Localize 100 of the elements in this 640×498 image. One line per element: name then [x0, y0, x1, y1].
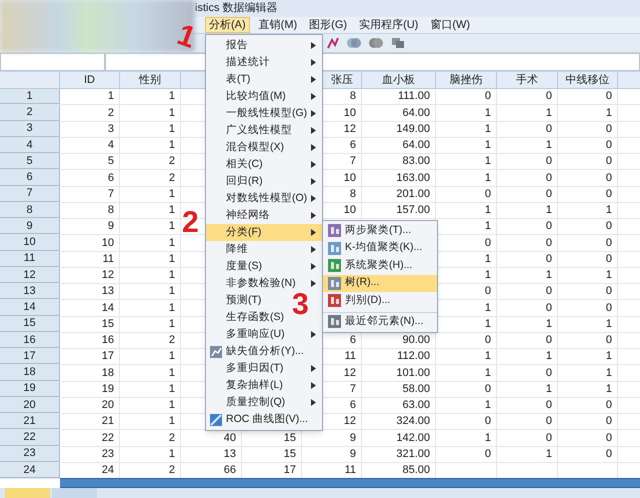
row-number[interactable]: 4: [0, 138, 60, 153]
table-cell: 1: [120, 122, 181, 137]
table-cell: 1: [558, 202, 618, 218]
table-cell: 22: [60, 430, 120, 446]
view-tab[interactable]: [5, 488, 50, 498]
row-number[interactable]: 7: [0, 186, 60, 202]
menu-option[interactable]: 非参数检验(N): [206, 275, 322, 292]
row-number[interactable]: 20: [0, 398, 60, 413]
column-header[interactable]: 中线移位: [558, 72, 618, 88]
menu-option[interactable]: 预测(T): [206, 292, 274, 309]
row-number[interactable]: 8: [0, 202, 60, 218]
row-number[interactable]: 10: [0, 235, 60, 250]
column-header[interactable]: 血小板: [362, 72, 436, 88]
row-number[interactable]: 2: [0, 105, 60, 120]
row-number[interactable]: 15: [0, 316, 60, 332]
row-number[interactable]: 11: [0, 252, 60, 267]
row-number[interactable]: 23: [0, 446, 60, 462]
scrollbar[interactable]: [60, 478, 640, 488]
table-cell: 1: [497, 316, 558, 332]
column-header[interactable]: ID: [60, 72, 120, 88]
table-cell: 0: [497, 89, 558, 104]
table-cell: 1: [120, 382, 181, 397]
row-number[interactable]: 22: [0, 430, 60, 446]
table-cell: 1: [558, 268, 618, 283]
submenu-arrow-icon: [311, 212, 316, 219]
row-number[interactable]: 21: [0, 414, 60, 430]
column-header[interactable]: 性别: [120, 72, 181, 88]
menu-option[interactable]: 系统聚类(H)...: [323, 257, 437, 274]
table-cell: 1: [120, 349, 181, 364]
menu-option[interactable]: 分类(F): [206, 224, 322, 241]
menu-option[interactable]: 树(R)...: [323, 274, 437, 292]
cluster-icon: [328, 294, 341, 308]
cluster-icon: [328, 276, 341, 290]
table-cell: 1: [558, 349, 618, 364]
table-cell: 0: [558, 170, 618, 186]
submenu-arrow-icon: [311, 263, 316, 270]
menu-item[interactable]: 图形(G): [306, 17, 350, 33]
row-number[interactable]: 6: [0, 170, 60, 186]
window-title: istics 数据编辑器: [195, 1, 278, 16]
menu-item[interactable]: 窗口(W): [427, 17, 474, 33]
row-number[interactable]: 1: [0, 89, 60, 104]
menu-option[interactable]: 报告: [206, 37, 322, 54]
table-cell: 1: [120, 202, 181, 218]
submenu-arrow-icon: [311, 399, 316, 406]
table-cell: 1: [436, 122, 497, 137]
menu-option[interactable]: K-均值聚类(K)...: [323, 240, 437, 257]
row-number[interactable]: 16: [0, 332, 60, 348]
chart-icon: [210, 414, 222, 426]
row-number[interactable]: 14: [0, 300, 60, 316]
table-cell: 0: [558, 219, 618, 234]
row-number[interactable]: 3: [0, 122, 60, 137]
row-number[interactable]: 13: [0, 284, 60, 300]
table-cell: 0: [558, 186, 618, 202]
row-number[interactable]: 9: [0, 219, 60, 234]
menu-option[interactable]: 降维: [206, 241, 322, 258]
view-tab[interactable]: [52, 488, 97, 498]
table-cell: 1: [120, 186, 181, 202]
menu-item[interactable]: 直销(M): [256, 17, 300, 33]
table-cell: 1: [60, 89, 120, 104]
cluster-icon: [328, 315, 341, 328]
row-number[interactable]: 19: [0, 382, 60, 397]
column-header[interactable]: 手术: [497, 72, 558, 88]
table-cell: 1: [436, 202, 497, 218]
table-cell: 10: [60, 235, 120, 250]
table-cell: 1: [436, 398, 497, 413]
menu-item[interactable]: 分析(A): [205, 17, 250, 33]
row-number[interactable]: 5: [0, 154, 60, 170]
table-cell: 149.00: [362, 122, 436, 137]
circles-icon: [346, 36, 362, 50]
row-number[interactable]: 12: [0, 268, 60, 283]
table-cell: 21: [60, 414, 120, 430]
table-cell: 0: [497, 300, 558, 316]
table-cell: 16: [60, 332, 120, 348]
menu-option[interactable]: 描述统计: [206, 54, 322, 71]
table-cell: 64.00: [362, 105, 436, 120]
circles-icon: [368, 36, 384, 50]
table-cell: 157.00: [362, 202, 436, 218]
table-cell: 1: [120, 252, 181, 267]
table-cell: 4: [60, 138, 120, 153]
table-cell: 0: [497, 332, 558, 348]
table-cell: 111.00: [362, 89, 436, 104]
menu-option[interactable]: 最近邻元素(N)...: [323, 312, 437, 331]
submenu-arrow-icon: [311, 59, 316, 66]
table-cell: 163.00: [362, 170, 436, 186]
menu-option[interactable]: 度量(S): [206, 258, 322, 275]
menu-option[interactable]: 两步聚类(T)...: [323, 222, 437, 240]
column-header[interactable]: 脑挫伤: [436, 72, 497, 88]
menu-item[interactable]: 实用程序(U): [356, 17, 422, 33]
table-cell: 0: [558, 414, 618, 430]
table-cell: 201.00: [362, 186, 436, 202]
table-cell: 0: [558, 300, 618, 316]
table-cell: 15: [242, 446, 302, 462]
table-cell: 0: [497, 252, 558, 267]
cell-name-field[interactable]: [0, 53, 105, 71]
menu-option[interactable]: 判别(D)...: [323, 292, 437, 310]
row-number[interactable]: 18: [0, 365, 60, 380]
table-cell: 0: [558, 332, 618, 348]
row-number[interactable]: 17: [0, 349, 60, 364]
row-number[interactable]: 24: [0, 462, 60, 478]
table-cell: 58.00: [362, 382, 436, 397]
